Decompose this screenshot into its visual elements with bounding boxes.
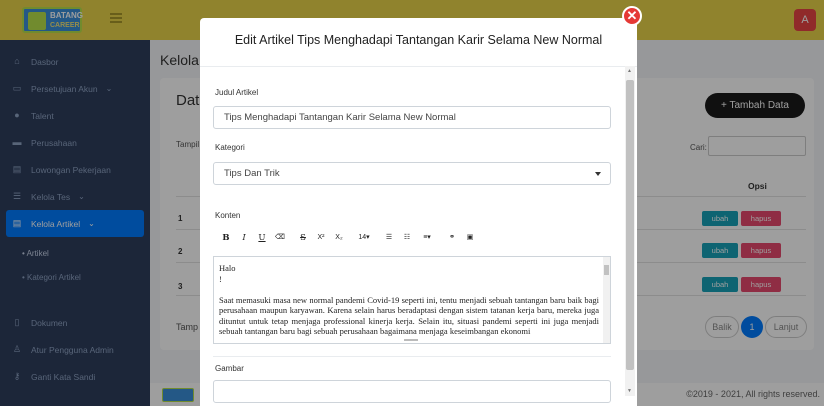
image-label: Gambar: [215, 364, 244, 373]
modal-divider: [200, 66, 637, 67]
scroll-down-icon[interactable]: ▼: [627, 388, 632, 394]
ordered-list-icon[interactable]: ☷: [400, 231, 414, 245]
font-size-dropdown[interactable]: 14▾: [355, 231, 373, 245]
modal-title: Edit Artikel Tips Menghadapi Tantangan K…: [234, 33, 603, 47]
editor-line: Halo: [219, 263, 236, 273]
align-dropdown-icon[interactable]: ≡▾: [418, 231, 436, 245]
underline-button[interactable]: U: [255, 231, 269, 245]
close-icon[interactable]: ✕: [622, 6, 642, 26]
eraser-icon[interactable]: ⌫: [273, 231, 287, 245]
unordered-list-icon[interactable]: ☰: [382, 231, 396, 245]
italic-button[interactable]: I: [237, 231, 251, 245]
image-icon[interactable]: ▣: [463, 231, 477, 245]
scroll-up-icon[interactable]: ▲: [627, 68, 632, 74]
link-icon[interactable]: ⚭: [445, 231, 459, 245]
editor-resize-handle[interactable]: [404, 339, 418, 341]
category-selected-value: Tips Dan Trik: [224, 168, 280, 179]
content-editor[interactable]: Halo ! Saat memasuki masa new normal pan…: [213, 256, 611, 344]
bold-button[interactable]: B: [219, 231, 233, 245]
editor-line: !: [219, 273, 222, 284]
modal-scrollbar[interactable]: ▲ ▼: [625, 66, 635, 396]
editor-content: Halo ! Saat memasuki masa new normal pan…: [219, 263, 599, 343]
category-label: Kategori: [215, 143, 245, 152]
editor-paragraph: Saat memasuki masa new normal pandemi Co…: [219, 294, 599, 337]
category-select[interactable]: Tips Dan Trik: [213, 162, 611, 185]
content-label: Konten: [215, 211, 241, 220]
subscript-button[interactable]: X₂: [332, 231, 346, 245]
section-divider: [213, 356, 611, 357]
article-title-input[interactable]: Tips Menghadapi Tantangan Karir Selama N…: [213, 106, 611, 129]
superscript-button[interactable]: X²: [314, 231, 328, 245]
editor-toolbar: B I U ⌫ S X² X₂ 14▾ ☰ ☷ ≡▾ ⚭ ▣: [213, 228, 611, 248]
scrollbar-thumb[interactable]: [626, 80, 634, 370]
editor-scrollbar[interactable]: [603, 257, 610, 343]
strikethrough-button[interactable]: S: [296, 231, 310, 245]
article-title-label: Judul Artikel: [215, 88, 259, 97]
edit-article-modal: Edit Artikel Tips Menghadapi Tantangan K…: [200, 18, 637, 406]
image-input[interactable]: [213, 380, 611, 403]
caret-down-icon: [595, 172, 601, 176]
